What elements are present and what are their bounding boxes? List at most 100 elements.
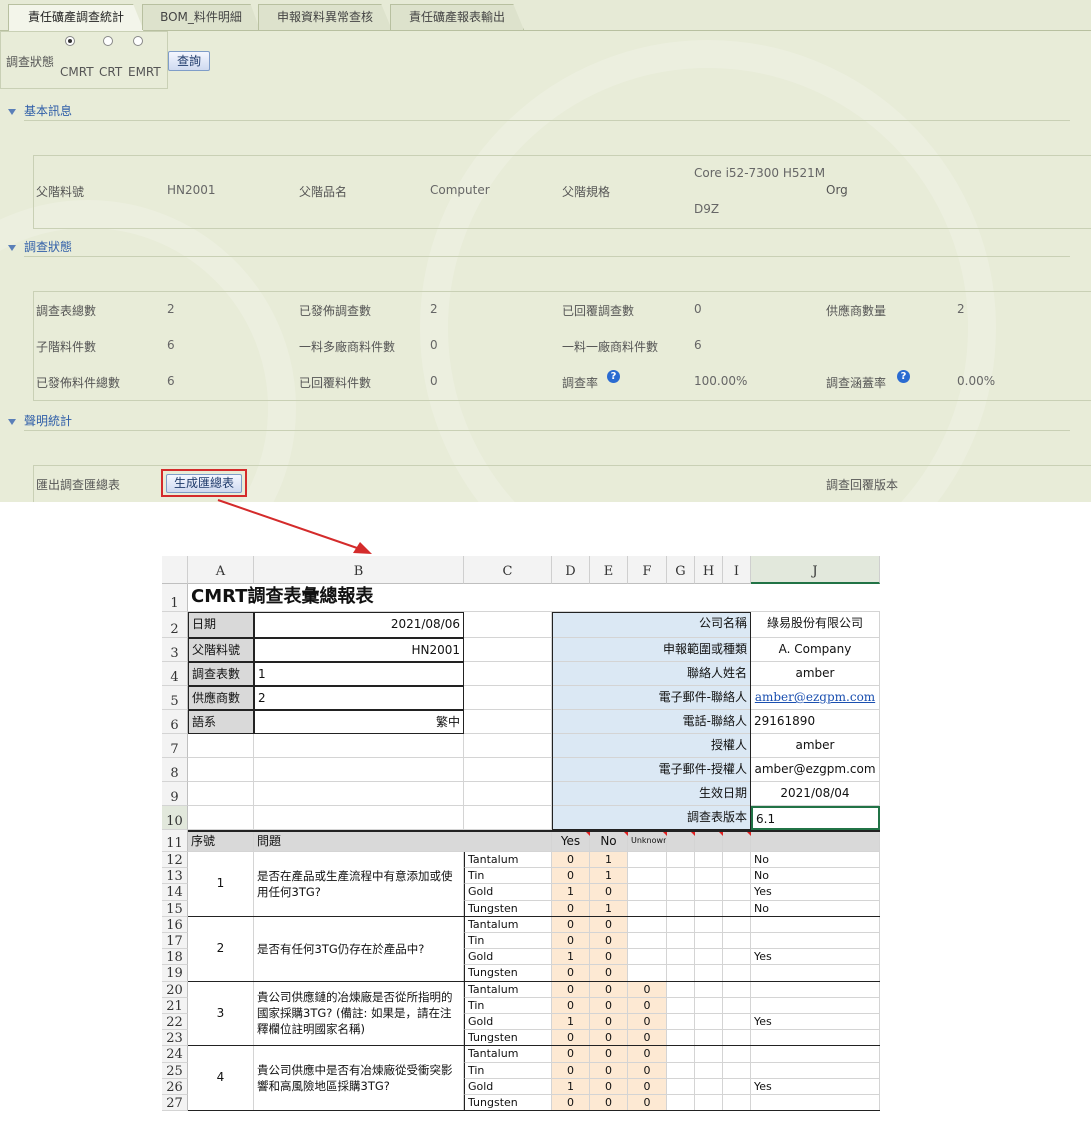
row-header[interactable]: 14 [162, 884, 188, 901]
header-seq[interactable]: 序號 [188, 830, 254, 852]
no-count[interactable]: 0 [590, 981, 628, 998]
empty-cell[interactable] [464, 686, 552, 710]
field-label[interactable]: 語系 [188, 710, 254, 734]
empty-cell[interactable] [464, 758, 552, 782]
empty-cell[interactable] [464, 782, 552, 806]
empty-cell[interactable] [695, 1030, 723, 1047]
empty-cell[interactable] [723, 981, 751, 998]
field-label[interactable]: 調查表數 [188, 662, 254, 686]
empty-cell[interactable] [723, 884, 751, 901]
info-value[interactable]: amber [751, 662, 880, 686]
row-header[interactable]: 20 [162, 981, 188, 998]
info-value[interactable]: A. Company [751, 638, 880, 662]
radio-emrt[interactable] [133, 36, 143, 46]
no-count[interactable]: 0 [590, 949, 628, 966]
empty-cell[interactable] [667, 900, 695, 917]
metal-name[interactable]: Tantalum [464, 916, 552, 933]
section-survey-status[interactable]: 調查狀態 [8, 238, 72, 255]
field-label[interactable]: 供應商數 [188, 686, 254, 710]
no-count[interactable]: 0 [590, 1014, 628, 1031]
empty-cell[interactable] [695, 981, 723, 998]
column-header[interactable]: B [254, 556, 464, 584]
row-header[interactable]: 24 [162, 1046, 188, 1063]
answer-value[interactable]: Yes [751, 949, 880, 966]
yes-count[interactable]: 0 [552, 933, 590, 950]
yes-count[interactable]: 0 [552, 1062, 590, 1079]
empty-cell[interactable] [723, 900, 751, 917]
info-value[interactable]: 2021/08/04 [751, 782, 880, 806]
answer-value[interactable]: Yes [751, 884, 880, 901]
query-button[interactable]: 查詢 [168, 51, 210, 71]
row-header[interactable]: 8 [162, 758, 188, 782]
empty-cell[interactable] [667, 868, 695, 885]
empty-cell[interactable] [723, 1062, 751, 1079]
metal-name[interactable]: Tantalum [464, 1046, 552, 1063]
empty-cell[interactable] [188, 806, 254, 830]
metal-name[interactable]: Tantalum [464, 981, 552, 998]
tab-report-export[interactable]: 責任礦產報表輸出 [390, 4, 524, 30]
row-header[interactable]: 27 [162, 1095, 188, 1112]
unknown-count[interactable] [628, 900, 667, 917]
no-count[interactable]: 0 [590, 933, 628, 950]
row-header[interactable]: 3 [162, 638, 188, 662]
row-header[interactable]: 22 [162, 1014, 188, 1031]
info-value[interactable]: 綠易股份有限公司 [751, 612, 880, 638]
metal-name[interactable]: Tungsten [464, 1030, 552, 1047]
empty-cell[interactable] [464, 662, 552, 686]
empty-cell[interactable] [723, 1095, 751, 1112]
empty-cell[interactable] [695, 900, 723, 917]
row-header[interactable]: 19 [162, 965, 188, 982]
no-count[interactable]: 0 [590, 916, 628, 933]
field-value[interactable]: 1 [254, 662, 464, 686]
metal-name[interactable]: Tungsten [464, 1095, 552, 1112]
generate-summary-button[interactable]: 生成匯總表 [166, 474, 242, 493]
question-number[interactable]: 4 [188, 1046, 254, 1112]
info-value[interactable]: amber [751, 734, 880, 758]
metal-name[interactable]: Tin [464, 868, 552, 885]
empty-cell[interactable] [464, 638, 552, 662]
help-icon[interactable]: ? [897, 370, 910, 383]
unknown-count[interactable] [628, 949, 667, 966]
no-count[interactable]: 0 [590, 1030, 628, 1047]
info-label[interactable]: 電子郵件-授權人 [552, 758, 751, 782]
field-value[interactable]: HN2001 [254, 638, 464, 662]
info-label[interactable]: 電子郵件-聯絡人 [552, 686, 751, 710]
empty-cell[interactable] [695, 916, 723, 933]
column-header[interactable]: G [667, 556, 695, 584]
empty-cell[interactable] [723, 949, 751, 966]
yes-count[interactable]: 0 [552, 868, 590, 885]
info-value[interactable]: 6.1 [751, 806, 880, 830]
unknown-count[interactable] [628, 852, 667, 869]
field-value[interactable]: 繁中 [254, 710, 464, 734]
answer-value[interactable] [751, 1030, 880, 1047]
empty-cell[interactable] [667, 933, 695, 950]
row-header[interactable]: 4 [162, 662, 188, 686]
column-header[interactable]: H [695, 556, 723, 584]
empty-cell[interactable] [667, 981, 695, 998]
no-count[interactable]: 0 [590, 884, 628, 901]
empty-cell[interactable] [667, 949, 695, 966]
radio-cmrt[interactable] [65, 36, 75, 46]
answer-value[interactable]: Yes [751, 1078, 880, 1095]
empty-cell[interactable] [695, 868, 723, 885]
row-header[interactable]: 11 [162, 830, 188, 852]
yes-count[interactable]: 0 [552, 900, 590, 917]
empty-cell[interactable] [695, 1078, 723, 1095]
empty-cell[interactable] [695, 1062, 723, 1079]
field-label[interactable]: 父階料號 [188, 638, 254, 662]
question-text[interactable]: 是否有任何3TG仍存在於產品中? [254, 916, 464, 982]
row-header[interactable]: 1 [162, 584, 188, 612]
empty-cell[interactable] [723, 868, 751, 885]
yes-count[interactable]: 0 [552, 981, 590, 998]
empty-cell[interactable] [667, 1046, 695, 1063]
question-text[interactable]: 貴公司供應鏈的冶煉廠是否從所指明的國家採購3TG? (備註: 如果是，請在注釋欄… [254, 981, 464, 1047]
answer-value[interactable] [751, 981, 880, 998]
yes-count[interactable]: 0 [552, 1030, 590, 1047]
empty-cell[interactable] [695, 1046, 723, 1063]
yes-count[interactable]: 1 [552, 1078, 590, 1095]
section-declaration-stats[interactable]: 聲明統計 [8, 412, 72, 429]
unknown-count[interactable] [628, 933, 667, 950]
row-header[interactable]: 23 [162, 1030, 188, 1047]
answer-value[interactable]: No [751, 900, 880, 917]
metal-name[interactable]: Tin [464, 997, 552, 1014]
